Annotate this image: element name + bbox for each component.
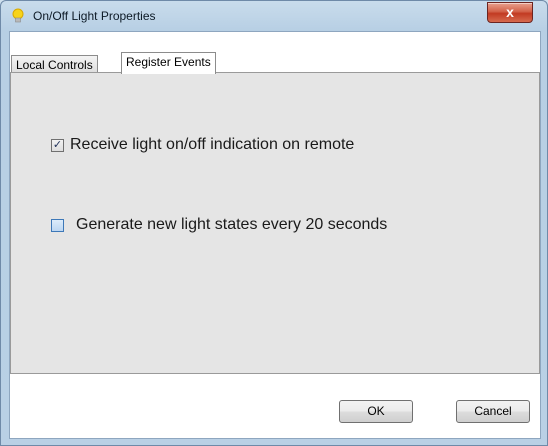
- receive-indication-option[interactable]: ✓ Receive light on/off indication on rem…: [51, 136, 354, 154]
- dialog-client-area: Local Controls Register Events ✓ Receive…: [9, 31, 541, 439]
- window-title: On/Off Light Properties: [33, 9, 156, 23]
- register-events-panel: ✓ Receive light on/off indication on rem…: [10, 72, 540, 374]
- receive-indication-checkbox[interactable]: ✓: [51, 138, 64, 152]
- close-button[interactable]: x: [487, 2, 533, 23]
- generate-states-label: Generate new light states every 20 secon…: [76, 216, 388, 233]
- ok-button[interactable]: OK: [339, 400, 413, 423]
- cancel-button[interactable]: Cancel: [456, 400, 530, 423]
- tab-strip: Local Controls Register Events: [10, 32, 540, 74]
- close-icon: x: [506, 4, 514, 20]
- receive-indication-label: Receive light on/off indication on remot…: [70, 136, 355, 153]
- lightbulb-icon: [12, 8, 24, 24]
- title-bar[interactable]: On/Off Light Properties x: [1, 1, 547, 31]
- dialog-window: On/Off Light Properties x Local Controls…: [0, 0, 548, 446]
- generate-states-option[interactable]: Generate new light states every 20 secon…: [51, 216, 387, 234]
- button-bar: OK Cancel: [10, 374, 540, 438]
- generate-states-checkbox[interactable]: [51, 218, 64, 232]
- tab-register-events[interactable]: Register Events: [121, 52, 216, 74]
